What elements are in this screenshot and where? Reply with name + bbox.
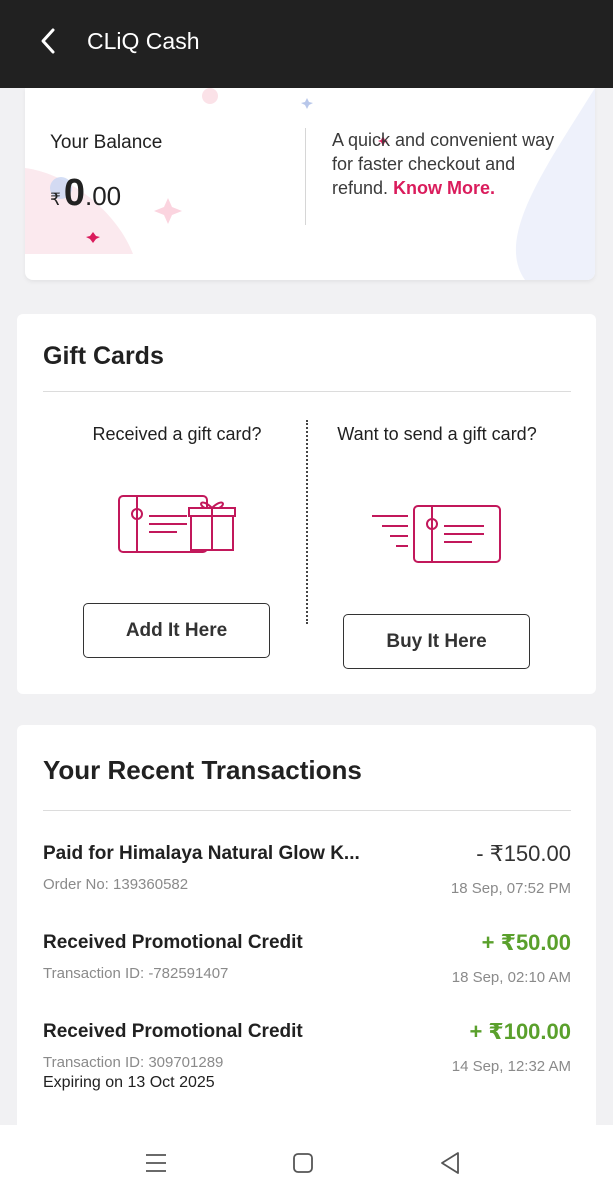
menu-icon	[146, 1154, 166, 1172]
recent-transactions-section: Your Recent Transactions Paid for Himala…	[17, 725, 596, 1125]
transaction-reference: Transaction ID: 309701289	[43, 1054, 224, 1071]
transaction-expiry: Expiring on 13 Oct 2025	[43, 1074, 215, 1091]
transaction-date: 18 Sep, 07:52 PM	[450, 880, 571, 897]
back-triangle-icon	[441, 1152, 459, 1174]
transactions-divider	[43, 810, 571, 811]
app-header: CLiQ Cash	[0, 0, 613, 88]
transaction-reference: Transaction ID: -782591407	[43, 965, 229, 982]
transaction-description: Received Promotional Credit	[43, 1021, 303, 1042]
transaction-description: Paid for Himalaya Natural Glow K...	[43, 843, 360, 864]
gift-cards-title: Gift Cards	[43, 342, 164, 370]
received-gift-card-text: Received a gift card?	[92, 424, 262, 444]
home-icon	[293, 1153, 313, 1173]
transaction-reference: Order No: 139360582	[43, 876, 189, 893]
transaction-date: 18 Sep, 02:10 AM	[451, 969, 571, 986]
gift-cards-vertical-divider	[306, 420, 308, 624]
nav-home-button[interactable]	[288, 1148, 318, 1178]
balance-description: A quick and convenient way for faster ch…	[332, 128, 572, 200]
balance-card: Your Balance ₹ 0 .00 A quick and conveni…	[25, 88, 595, 280]
transaction-amount: + ₹100.00	[469, 1019, 571, 1044]
gift-cards-divider	[43, 391, 571, 392]
transactions-title: Your Recent Transactions	[43, 755, 362, 785]
system-nav-bar	[0, 1125, 613, 1200]
balance-label: Your Balance	[50, 132, 163, 153]
gift-card-with-box-icon	[118, 495, 236, 553]
send-gift-card-text: Want to send a gift card?	[337, 424, 537, 444]
transaction-description: Received Promotional Credit	[43, 932, 303, 953]
transaction-amount: + ₹50.00	[481, 930, 571, 955]
buy-it-here-button[interactable]: Buy It Here	[343, 614, 530, 669]
transaction-amount: - ₹150.00	[476, 841, 571, 866]
know-more-link[interactable]: Know More.	[393, 178, 495, 198]
balance-amount: ₹ 0 .00	[50, 172, 121, 215]
balance-integer: 0	[63, 172, 85, 214]
back-arrow-icon	[41, 28, 55, 54]
nav-menu-button[interactable]	[141, 1148, 171, 1178]
add-it-here-button[interactable]: Add It Here	[83, 603, 270, 658]
transaction-date: 14 Sep, 12:32 AM	[451, 1058, 571, 1075]
transaction-row[interactable]: Received Promotional Credit Transaction …	[43, 1019, 571, 1093]
currency-symbol: ₹	[50, 190, 61, 209]
transaction-row[interactable]: Received Promotional Credit Transaction …	[43, 930, 571, 992]
balance-divider	[305, 128, 306, 225]
balance-decimal: .00	[84, 181, 122, 211]
nav-back-button[interactable]	[435, 1148, 465, 1178]
back-button[interactable]	[34, 26, 62, 56]
page-title: CLiQ Cash	[87, 28, 200, 54]
gift-cards-section: Gift Cards Received a gift card? Add It …	[17, 314, 596, 694]
transaction-row[interactable]: Paid for Himalaya Natural Glow K... Orde…	[43, 841, 571, 903]
sending-gift-card-icon	[372, 505, 501, 563]
